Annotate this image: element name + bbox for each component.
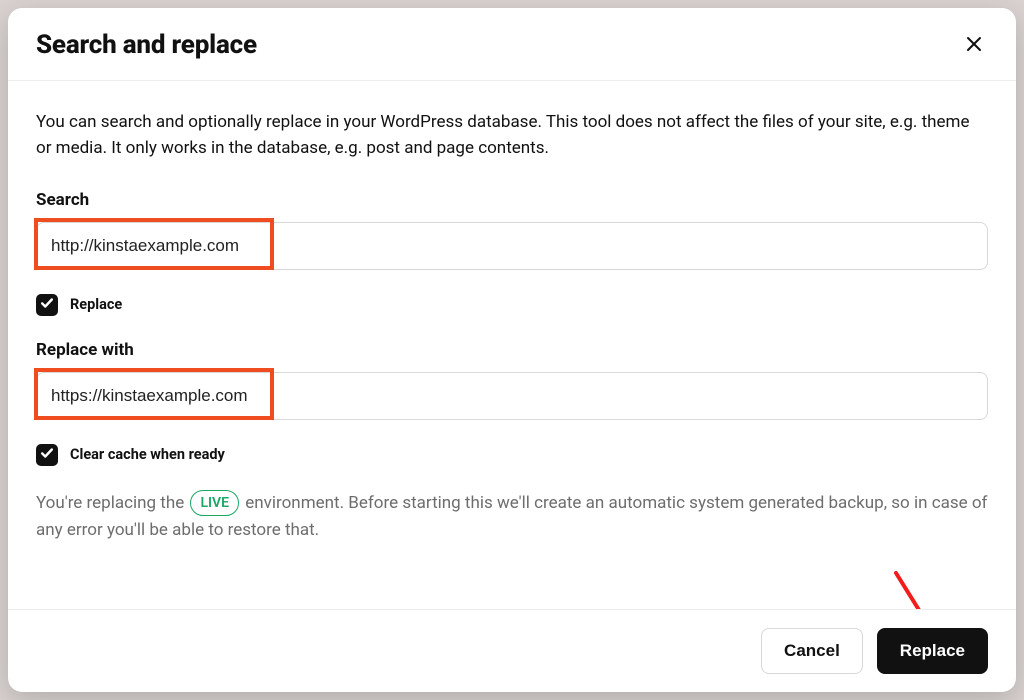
env-note-prefix: You're replacing the: [36, 493, 188, 513]
close-button[interactable]: [960, 31, 988, 59]
annotation-arrow: [886, 565, 966, 609]
replace-with-input[interactable]: [36, 372, 988, 420]
replace-toggle-row: Replace: [36, 294, 988, 316]
cancel-button[interactable]: Cancel: [761, 628, 863, 674]
env-badge: LIVE: [190, 490, 239, 516]
modal-title: Search and replace: [36, 30, 257, 60]
clear-cache-row: Clear cache when ready: [36, 444, 988, 466]
environment-note: You're replacing the LIVE environment. B…: [36, 490, 988, 544]
clear-cache-checkbox[interactable]: [36, 444, 58, 466]
replace-button[interactable]: Replace: [877, 628, 988, 674]
check-icon: [40, 446, 54, 463]
replace-checkbox-label: Replace: [70, 296, 122, 313]
search-input[interactable]: [36, 222, 988, 270]
replace-with-label: Replace with: [36, 340, 988, 360]
search-field-group: Search: [36, 190, 988, 270]
modal-body: You can search and optionally replace in…: [8, 81, 1016, 609]
modal-header: Search and replace: [8, 8, 1016, 81]
replace-with-field-group: Replace with: [36, 340, 988, 420]
close-icon: [966, 36, 982, 55]
modal-footer: Cancel Replace: [8, 609, 1016, 692]
check-icon: [40, 296, 54, 313]
search-replace-modal: Search and replace You can search and op…: [8, 8, 1016, 692]
search-label: Search: [36, 190, 988, 210]
replace-checkbox[interactable]: [36, 294, 58, 316]
clear-cache-label: Clear cache when ready: [70, 446, 225, 463]
modal-description: You can search and optionally replace in…: [36, 109, 988, 162]
